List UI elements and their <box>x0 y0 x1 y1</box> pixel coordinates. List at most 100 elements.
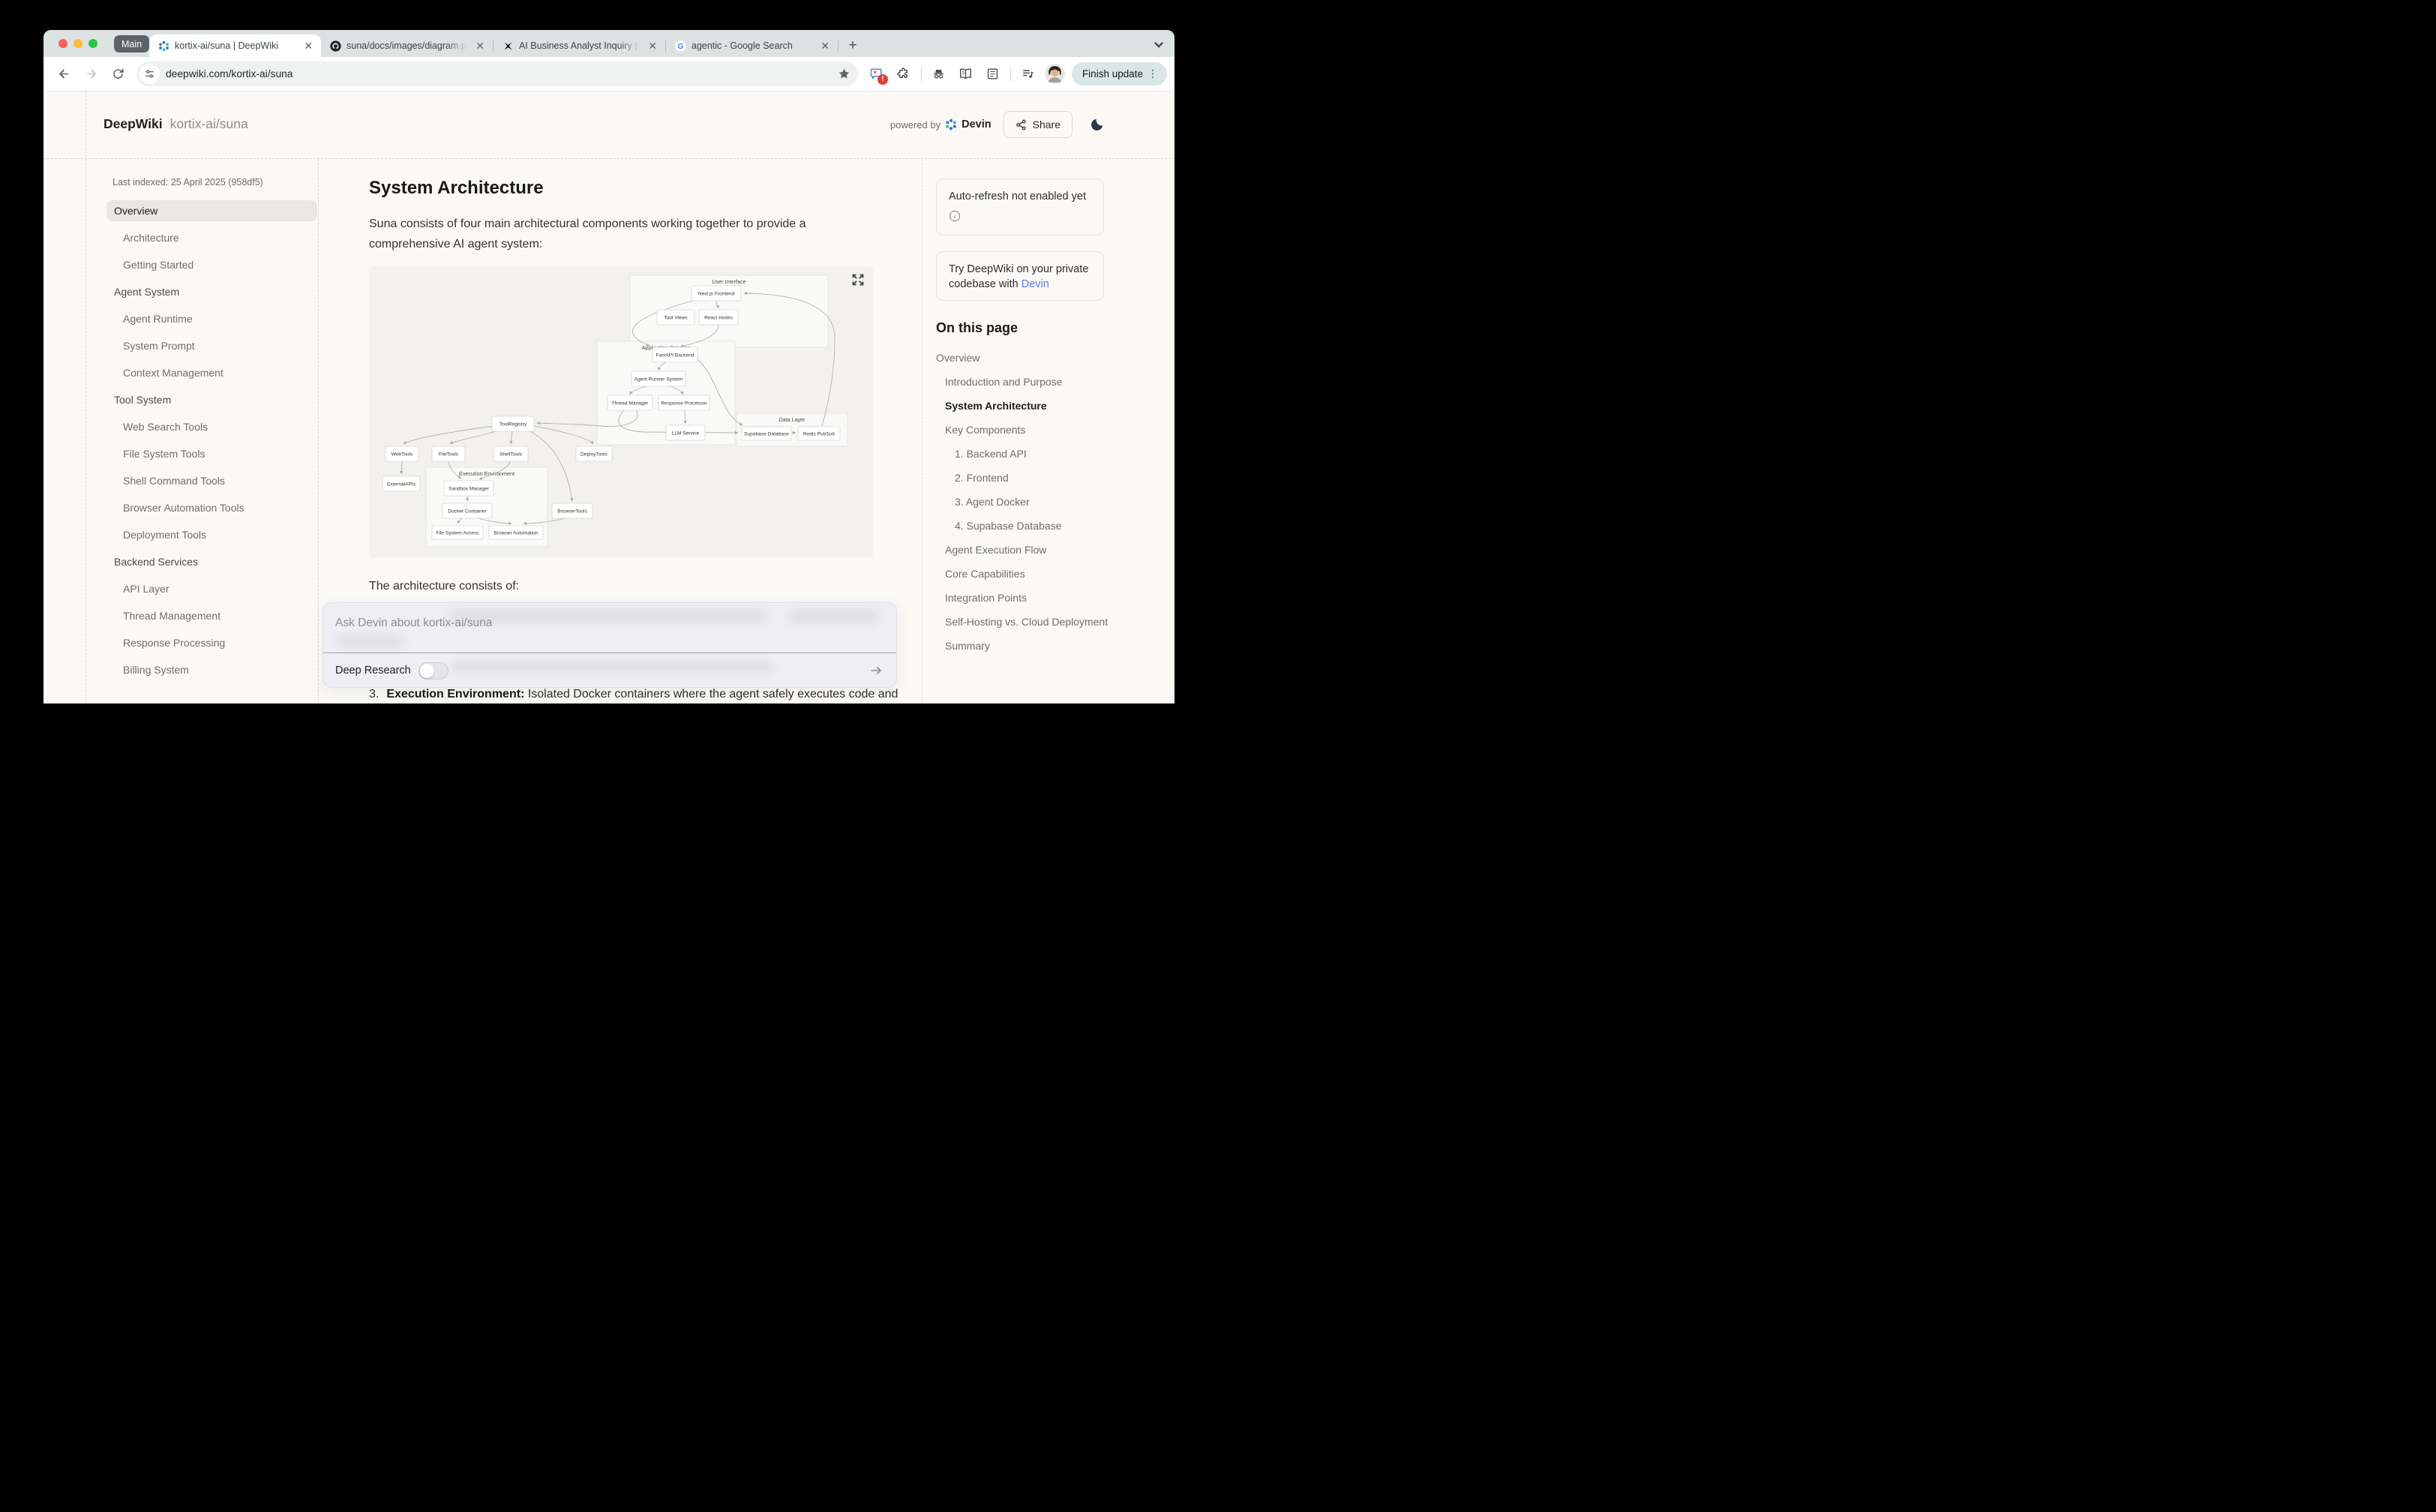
deepwiki-brand[interactable]: DeepWiki <box>104 116 163 132</box>
right-panel: Auto-refresh not enabled yet Try DeepWik… <box>922 159 1174 704</box>
tab-title: AI Business Analyst Inquiry | K <box>519 40 640 51</box>
toc-item-core-capabilities[interactable]: Core Capabilities <box>936 567 1116 580</box>
submit-arrow-icon[interactable] <box>866 661 886 680</box>
side-panel-list-icon[interactable] <box>980 62 1006 87</box>
browser-toolbar: deepwiki.com/kortix-ai/suna ! <box>44 57 1174 92</box>
close-tab-icon[interactable]: ✕ <box>473 40 487 52</box>
reload-icon[interactable] <box>105 62 130 87</box>
svg-text:Sandbox Manager: Sandbox Manager <box>448 486 490 491</box>
svg-text:Execution Environment: Execution Environment <box>459 470 514 477</box>
svg-text:Agent Runner System: Agent Runner System <box>634 376 683 382</box>
sidebar-item-billing-system[interactable]: Billing System <box>106 659 317 680</box>
reading-list-book-icon[interactable] <box>953 62 979 87</box>
toc-item-system-architecture[interactable]: System Architecture <box>936 399 1116 412</box>
sidebar-item-agent-runtime[interactable]: Agent Runtime <box>106 308 317 329</box>
share-label: Share <box>1033 118 1060 130</box>
toc-item-4-supabase-database[interactable]: 4. Supabase Database <box>936 519 1116 532</box>
expand-diagram-icon[interactable] <box>850 272 866 287</box>
sidebar-item-context-management[interactable]: Context Management <box>106 362 317 383</box>
moon-icon <box>1090 117 1105 132</box>
powered-by[interactable]: powered by Devin <box>890 118 992 130</box>
sidebar-item-thread-management[interactable]: Thread Management <box>106 605 317 626</box>
close-window-button[interactable] <box>58 39 68 48</box>
powered-by-brand[interactable]: Devin <box>962 118 992 130</box>
dark-mode-toggle[interactable] <box>1084 112 1110 137</box>
extensions-icon[interactable] <box>891 62 916 87</box>
browser-tab[interactable]: kortix-ai/suna | DeepWiki✕ <box>149 34 321 57</box>
toc-list: Overview Introduction and Purpose System A… <box>936 351 1116 652</box>
repo-name: kortix-ai/suna <box>170 116 248 132</box>
toc-item-introduction-and-purpose[interactable]: Introduction and Purpose <box>936 375 1116 388</box>
tabs-container: kortix-ai/suna | DeepWiki✕suna/docs/imag… <box>149 30 838 57</box>
blurred-text <box>337 636 404 646</box>
toc-item-1-backend-api[interactable]: 1. Backend API <box>936 447 1116 460</box>
deepwiki-page: DeepWiki kortix-ai/suna powered by Devin <box>44 92 1174 704</box>
sidebar-item-system-prompt[interactable]: System Prompt <box>106 335 317 356</box>
profile-badge[interactable]: Main <box>114 35 149 52</box>
share-button[interactable]: Share <box>1004 111 1072 138</box>
close-tab-icon[interactable]: ✕ <box>302 40 315 52</box>
devin-link[interactable]: Devin <box>1022 278 1049 290</box>
finish-update-button[interactable]: Finish update ⋮ <box>1072 62 1167 86</box>
minimize-window-button[interactable] <box>74 39 82 48</box>
toc-item-3-agent-docker[interactable]: 3. Agent Docker <box>936 495 1116 508</box>
sidebar-item-browser-automation-tools[interactable]: Browser Automation Tools <box>106 497 317 518</box>
toc-item-summary[interactable]: Summary <box>936 639 1116 652</box>
sidebar-item-getting-started[interactable]: Getting Started <box>106 254 317 275</box>
toolbar-separator <box>921 67 922 81</box>
media-playlist-icon[interactable] <box>1016 62 1041 87</box>
forward-icon[interactable] <box>78 62 104 87</box>
tab-title: suna/docs/images/diagram.pn <box>346 40 468 51</box>
deep-research-toggle[interactable] <box>418 662 448 680</box>
browser-tab[interactable]: Gagentic - Google Search✕ <box>666 34 838 57</box>
toc-title: On this page <box>936 320 1174 336</box>
chat-notification-icon[interactable]: ! <box>864 62 890 87</box>
sidebar-item-shell-command-tools[interactable]: Shell Command Tools <box>106 470 317 491</box>
architecture-diagram[interactable]: User InterfaceApplication ServicesData L… <box>369 266 873 557</box>
new-tab-button[interactable]: + <box>843 36 862 56</box>
tab-search-chevron-icon[interactable] <box>1152 38 1166 51</box>
toc-item-overview[interactable]: Overview <box>936 351 1116 364</box>
close-tab-icon[interactable]: ✕ <box>646 40 659 52</box>
toc-item-integration-points[interactable]: Integration Points <box>936 591 1116 604</box>
sidebar-item-api-layer[interactable]: API Layer <box>106 578 317 599</box>
url-text[interactable]: deepwiki.com/kortix-ai/suna <box>166 68 838 80</box>
browser-tab[interactable]: AI Business Analyst Inquiry | K ✕ <box>494 34 665 57</box>
close-tab-icon[interactable]: ✕ <box>818 40 832 52</box>
info-icon[interactable] <box>949 210 1091 226</box>
sidebar-item-architecture[interactable]: Architecture <box>106 227 317 248</box>
svg-text:Thread Manager: Thread Manager <box>612 400 650 406</box>
finish-update-label: Finish update <box>1082 68 1143 80</box>
toc-item-agent-execution-flow[interactable]: Agent Execution Flow <box>936 543 1116 556</box>
svg-text:React Hooks: React Hooks <box>704 315 733 320</box>
svg-text:Response Processor: Response Processor <box>661 400 707 406</box>
toc-item-key-components[interactable]: Key Components <box>936 423 1116 436</box>
svg-text:Docker Container: Docker Container <box>448 508 487 514</box>
avatar[interactable] <box>1045 64 1065 84</box>
ask-devin-input[interactable]: Ask Devin about kortix-ai/suna <box>335 616 492 630</box>
sidebar-item-tool-system[interactable]: Tool System <box>106 389 317 410</box>
sidebar-item-response-processing[interactable]: Response Processing <box>106 632 317 653</box>
svg-text:WebTools: WebTools <box>392 452 414 457</box>
claude-favicon-icon <box>502 40 514 52</box>
sidebar-item-overview[interactable]: Overview <box>106 200 317 221</box>
diagram-edge-webtools-externalapis <box>401 461 402 474</box>
browser-menu-kebab-icon[interactable]: ⋮ <box>1143 68 1162 80</box>
sidebar-item-backend-services[interactable]: Backend Services <box>106 551 317 572</box>
bookmark-star-icon[interactable] <box>838 68 850 80</box>
toc-item-self-hosting-vs-cloud-deployment[interactable]: Self-Hosting vs. Cloud Deployment <box>936 615 1116 628</box>
sidebar-item-web-search-tools[interactable]: Web Search Tools <box>106 416 317 437</box>
sidebar-item-file-system-tools[interactable]: File System Tools <box>106 443 317 464</box>
zoom-window-button[interactable] <box>88 39 98 48</box>
address-bar[interactable]: deepwiki.com/kortix-ai/suna <box>136 62 858 86</box>
incognito-extension-icon[interactable] <box>926 62 952 87</box>
toc-item-2-frontend[interactable]: 2. Frontend <box>936 471 1116 484</box>
try-deepwiki-box: Try DeepWiki on your private codebase wi… <box>936 251 1104 301</box>
svg-text:G: G <box>677 43 683 51</box>
deepwiki-favicon-icon <box>158 40 170 52</box>
sidebar-item-agent-system[interactable]: Agent System <box>106 281 317 302</box>
sidebar-item-deployment-tools[interactable]: Deployment Tools <box>106 524 317 545</box>
site-settings-icon[interactable] <box>140 64 160 84</box>
back-icon[interactable] <box>51 62 76 87</box>
browser-tab[interactable]: suna/docs/images/diagram.pn ✕ <box>321 34 493 57</box>
